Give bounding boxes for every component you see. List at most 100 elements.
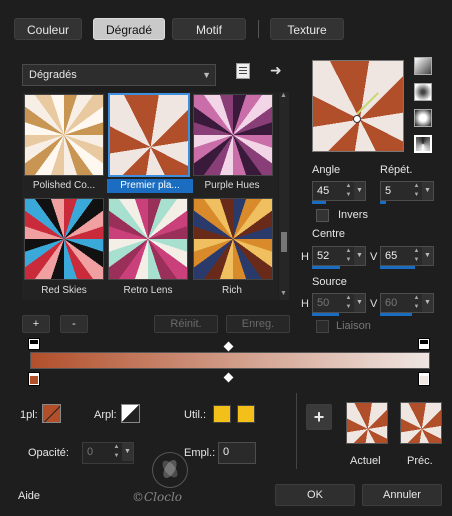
source-h-label: H xyxy=(301,298,309,310)
tab-texture[interactable]: Texture xyxy=(270,18,344,40)
centre-h-field[interactable]: 52 ▲ ▼ ▼ xyxy=(312,246,366,266)
preview-divider xyxy=(296,393,297,469)
current-preview xyxy=(346,402,388,444)
angle-slider[interactable] xyxy=(312,201,326,204)
gradient-thumb-retro-lens[interactable] xyxy=(108,198,188,280)
color-midpoint[interactable] xyxy=(223,372,234,383)
location-field[interactable]: 0 xyxy=(218,442,256,464)
opl-label: 1pl: xyxy=(20,409,38,421)
angle-handle[interactable] xyxy=(356,92,379,115)
chevron-down-icon[interactable]: ▼ xyxy=(422,247,433,265)
category-dropdown[interactable]: Dégradés ▼ xyxy=(22,64,216,86)
util-color-swatch-2[interactable] xyxy=(237,405,255,423)
gradient-label: Purple Hues xyxy=(204,180,260,191)
help-link[interactable]: Aide xyxy=(18,490,40,502)
repeat-field[interactable]: 5 ▲ ▼ ▼ xyxy=(380,181,434,201)
source-h-field[interactable]: 50 ▲ ▼ ▼ xyxy=(312,293,366,313)
source-label: Source xyxy=(312,276,347,288)
color-stop-right[interactable] xyxy=(418,372,430,386)
tab-couleur[interactable]: Couleur xyxy=(14,18,82,40)
invert-label: Invers xyxy=(338,209,368,221)
chevron-down-icon[interactable]: ▼ xyxy=(354,247,365,265)
cancel-button[interactable]: Annuler xyxy=(362,484,442,506)
link-label: Liaison xyxy=(336,320,371,332)
spin-arrows-icon[interactable]: ▲ ▼ xyxy=(112,443,121,461)
flower-watermark-icon xyxy=(152,452,188,488)
gradient-thumb-red-skies[interactable] xyxy=(24,198,104,280)
center-handle-icon[interactable] xyxy=(353,115,361,123)
arpl-label: Arpl: xyxy=(94,409,117,421)
gradient-label: Polished Co... xyxy=(32,180,96,191)
reset-button[interactable]: Réinit. xyxy=(154,315,218,333)
watermark-text: ©Cloclo xyxy=(132,490,183,504)
tab-separator xyxy=(258,20,259,38)
spin-arrows-icon[interactable]: ▲ ▼ xyxy=(412,247,421,265)
chevron-down-icon[interactable]: ▼ xyxy=(354,294,365,312)
link-checkbox[interactable] xyxy=(316,320,329,333)
current-label: Actuel xyxy=(350,455,381,467)
scroll-thumb[interactable] xyxy=(281,232,287,252)
gradient-bar[interactable] xyxy=(30,352,430,369)
gradient-thumb-premier-plan[interactable] xyxy=(108,93,190,177)
previous-preview[interactable] xyxy=(400,402,442,444)
linear-mode-button[interactable] xyxy=(414,57,432,75)
spin-arrows-icon[interactable]: ▲ ▼ xyxy=(344,294,353,312)
arrow-right-icon[interactable]: ➜ xyxy=(270,62,282,79)
centre-h-slider[interactable] xyxy=(312,266,340,269)
chevron-down-icon: ▼ xyxy=(202,70,211,80)
util-color-swatch-1[interactable] xyxy=(213,405,231,423)
add-gradient-button[interactable]: + xyxy=(22,315,50,333)
repeat-label: Répét. xyxy=(380,164,413,176)
util-label: Util.: xyxy=(184,409,206,421)
gradient-thumb-purple-hues[interactable] xyxy=(193,94,273,176)
gradient-preview[interactable] xyxy=(312,60,404,152)
chevron-down-icon[interactable]: ▼ xyxy=(122,443,133,461)
source-v-slider[interactable] xyxy=(380,313,412,316)
gradient-list-scrollbar[interactable]: ▲ ▼ xyxy=(279,92,289,300)
centre-v-slider[interactable] xyxy=(380,266,415,269)
scroll-up-icon[interactable]: ▲ xyxy=(280,92,287,99)
spin-arrows-icon[interactable]: ▲ ▼ xyxy=(412,294,421,312)
invert-checkbox[interactable] xyxy=(316,209,329,222)
arpl-swatch[interactable] xyxy=(121,404,140,423)
chevron-down-icon[interactable]: ▼ xyxy=(422,182,433,200)
add-to-swatches-button[interactable]: + xyxy=(306,404,332,430)
save-gradient-button[interactable]: Enreg. xyxy=(226,315,290,333)
source-v-label: V xyxy=(370,298,378,310)
remove-gradient-button[interactable]: - xyxy=(60,315,88,333)
ok-button[interactable]: OK xyxy=(275,484,355,506)
color-stop-left[interactable] xyxy=(28,372,40,386)
rectangular-mode-button[interactable] xyxy=(414,83,432,101)
spin-arrows-icon[interactable]: ▲ ▼ xyxy=(344,182,353,200)
gradient-label: Red Skies xyxy=(41,285,87,296)
spin-arrows-icon[interactable]: ▲ ▼ xyxy=(412,182,421,200)
repeat-slider[interactable] xyxy=(380,201,386,204)
opl-color-swatch[interactable] xyxy=(42,404,61,423)
category-dropdown-value: Dégradés xyxy=(29,69,77,81)
angle-field[interactable]: 45 ▲ ▼ ▼ xyxy=(312,181,366,201)
opacity-midpoint[interactable] xyxy=(223,341,234,352)
opacity-field[interactable]: 0 ▲ ▼ ▼ xyxy=(82,442,134,464)
document-options-icon[interactable] xyxy=(236,63,250,79)
radial-mode-button[interactable] xyxy=(414,135,432,153)
gradient-label-selected: Premier pla... xyxy=(107,179,193,193)
tab-motif[interactable]: Motif xyxy=(172,18,246,40)
gradient-label: Rich xyxy=(221,285,242,296)
empl-label: Empl.: xyxy=(184,447,216,459)
gradient-thumb-polished-copper[interactable] xyxy=(24,94,104,176)
centre-v-field[interactable]: 65 ▲ ▼ ▼ xyxy=(380,246,434,266)
chevron-down-icon[interactable]: ▼ xyxy=(354,182,365,200)
source-h-slider[interactable] xyxy=(312,313,339,316)
angle-label: Angle xyxy=(312,164,341,176)
scroll-down-icon[interactable]: ▼ xyxy=(280,290,287,297)
chevron-down-icon[interactable]: ▼ xyxy=(422,294,433,312)
centre-v-label: V xyxy=(370,251,378,263)
sunburst-mode-button[interactable] xyxy=(414,109,432,127)
gradient-thumb-rich[interactable] xyxy=(193,198,273,280)
tab-degrade[interactable]: Dégradé xyxy=(93,18,165,40)
spin-arrows-icon[interactable]: ▲ ▼ xyxy=(344,247,353,265)
centre-h-label: H xyxy=(301,251,309,263)
source-v-field[interactable]: 60 ▲ ▼ ▼ xyxy=(380,293,434,313)
opacity-stop-left[interactable] xyxy=(28,338,40,350)
opacity-stop-right[interactable] xyxy=(418,338,430,350)
